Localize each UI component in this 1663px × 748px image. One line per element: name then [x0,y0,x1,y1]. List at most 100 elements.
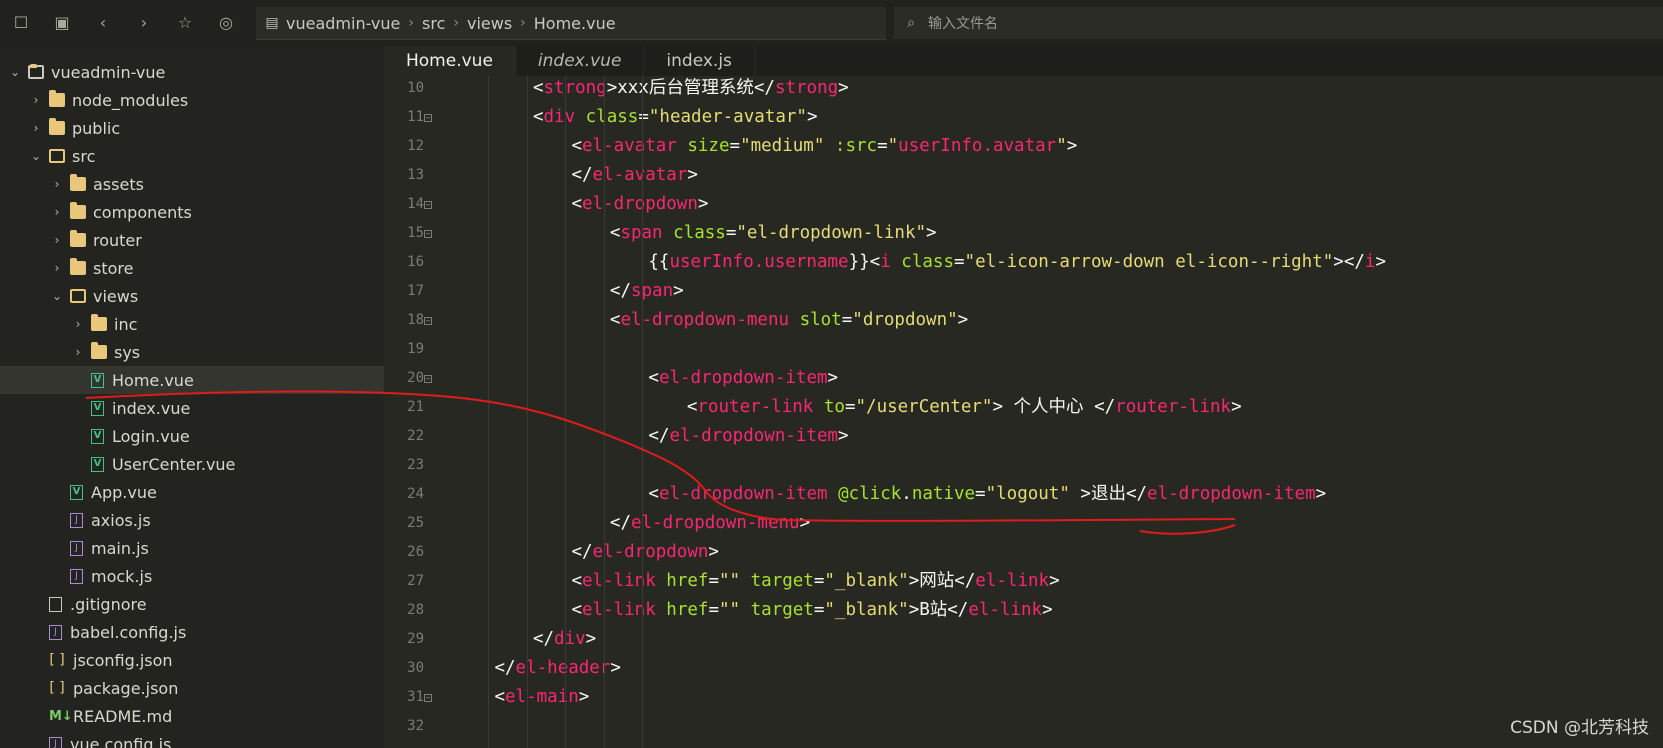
breadcrumb-separator: › [408,15,414,31]
code-line[interactable]: <span class="el-dropdown-link"> [610,219,937,247]
star-icon[interactable]: ☆ [172,10,198,36]
breadcrumb-item[interactable]: src [422,14,445,33]
fold-toggle-icon[interactable]: − [424,694,432,702]
folder-icon [70,174,86,191]
code-line[interactable]: <strong>xxx后台管理系统</strong> [533,76,849,102]
code-token: native [911,484,976,504]
tree-item[interactable]: ⌄ views [0,282,384,310]
breadcrumb-item[interactable]: Home.vue [534,14,616,33]
code-token: = [975,484,986,504]
code-line[interactable]: <el-dropdown> [571,190,708,218]
code-token: > [1049,571,1060,591]
breadcrumb-item[interactable]: vueadmin-vue [286,14,400,33]
code-token: < [532,78,544,98]
code-token: {{ [648,252,670,272]
code-line[interactable]: </span> [610,277,684,305]
tree-item[interactable]: ⌄ src [0,142,384,170]
editor-tab[interactable]: index.js [644,46,755,76]
tree-item[interactable]: › inc [0,310,384,338]
tree-item[interactable]: Jvue.config.js [0,730,384,748]
tree-item[interactable]: V UserCenter.vue [0,450,384,478]
fold-toggle-icon[interactable]: − [424,201,432,209]
new-file-icon[interactable]: ☐ [8,10,34,36]
code-token: el-link [975,571,1050,591]
code-line[interactable]: </el-header> [494,654,620,682]
tree-item-label: README.md [73,706,173,726]
file-search[interactable]: ⌕ 输入文件名 [894,7,1663,39]
tree-item[interactable]: V Home.vue [0,366,384,394]
tree-item[interactable]: › assets [0,170,384,198]
tree-item[interactable]: V App.vue [0,478,384,506]
folder-icon [49,118,65,135]
run-icon[interactable]: ◎ [213,10,239,36]
code-line[interactable]: <el-link href="" target="_blank">B站</el-… [571,596,1052,624]
code-line[interactable]: <el-dropdown-item @click.native="logout"… [648,480,1326,508]
code-token: target [750,600,814,620]
tree-item[interactable]: Jmain.js [0,534,384,562]
code-line[interactable]: <el-avatar size="medium" :src="userInfo.… [571,132,1077,160]
code-line[interactable]: <div class="header-avatar"> [533,103,818,131]
code-token: = [953,252,965,272]
code-token: el-avatar [581,136,677,156]
code-line[interactable]: <el-main> [494,683,589,711]
tree-item[interactable]: [ ] jsconfig.json [0,646,384,674]
code-editor[interactable]: 10 11−12 13 14−15−16 17 18−19 20−21 22 23 24 25 26 2… [384,76,1663,748]
code-token: = [813,600,825,620]
tree-item[interactable]: › public [0,114,384,142]
code-token: > [687,165,698,185]
line-number: 13 [407,167,424,183]
tree-item[interactable]: Jmock.js [0,562,384,590]
folder-icon [70,258,86,275]
code-line[interactable]: </el-avatar> [571,161,697,189]
editor-tab[interactable]: index.vue [516,46,645,76]
tree-item[interactable]: › store [0,254,384,282]
tree-item[interactable]: ⌄ vueadmin-vue [0,58,384,86]
tree-item[interactable]: › components [0,198,384,226]
search-input[interactable]: 输入文件名 [928,13,998,33]
tree-item-label: node_modules [72,90,189,110]
tree-item[interactable]: › sys [0,338,384,366]
fold-toggle-icon[interactable]: − [424,230,432,238]
tree-item[interactable]: › router [0,226,384,254]
code-token: ></ [1333,252,1365,272]
code-token: div [554,629,586,649]
tree-item[interactable]: M↓ README.md [0,702,384,730]
code-line[interactable]: </el-dropdown-item> [648,422,848,450]
code-line[interactable]: <el-link href="" target="_blank">网站</el-… [571,567,1059,595]
code-token: > [1375,252,1386,272]
code-line[interactable]: <el-dropdown-item> [648,364,838,392]
tree-item[interactable]: .gitignore [0,590,384,618]
code-line[interactable]: <router-link to="/userCenter"> 个人中心 </ro… [687,393,1242,421]
line-number: 23 [407,457,424,473]
code-token: >网站</ [908,571,976,591]
project-icon [28,64,44,79]
tree-item[interactable]: Jaxios.js [0,506,384,534]
tree-item[interactable]: › node_modules [0,86,384,114]
code-line[interactable]: {{userInfo.username}}<i class="el-icon-a… [648,248,1386,276]
fold-toggle-icon[interactable]: − [424,317,432,325]
fold-toggle-icon[interactable]: − [424,114,432,122]
code-line[interactable]: </el-dropdown> [571,538,719,566]
fold-toggle-icon[interactable]: − [424,375,432,383]
tree-item[interactable]: Jbabel.config.js [0,618,384,646]
editor-tab[interactable]: Home.vue [384,46,516,76]
line-number: 22 [407,428,424,444]
tree-item-label: package.json [73,678,179,698]
code-token: > [697,194,709,214]
tree-item-label: babel.config.js [70,622,187,642]
forward-icon[interactable]: › [131,10,157,36]
code-token: > [1231,397,1242,417]
line-number: 29 [407,631,424,647]
chevron-right-icon: › [54,177,60,191]
code-token: strong [774,78,839,98]
tree-item[interactable]: V Login.vue [0,422,384,450]
code-line[interactable]: <el-dropdown-menu slot="dropdown"> [610,306,968,334]
tree-item[interactable]: Vindex.vue [0,394,384,422]
back-icon[interactable]: ‹ [90,10,116,36]
code-token: size [687,136,730,156]
save-icon[interactable]: ▣ [49,10,75,36]
tree-item[interactable]: [ ] package.json [0,674,384,702]
code-line[interactable]: </el-dropdown-menu> [610,509,810,537]
breadcrumb-separator: › [453,15,459,31]
breadcrumb-item[interactable]: views [467,14,512,33]
